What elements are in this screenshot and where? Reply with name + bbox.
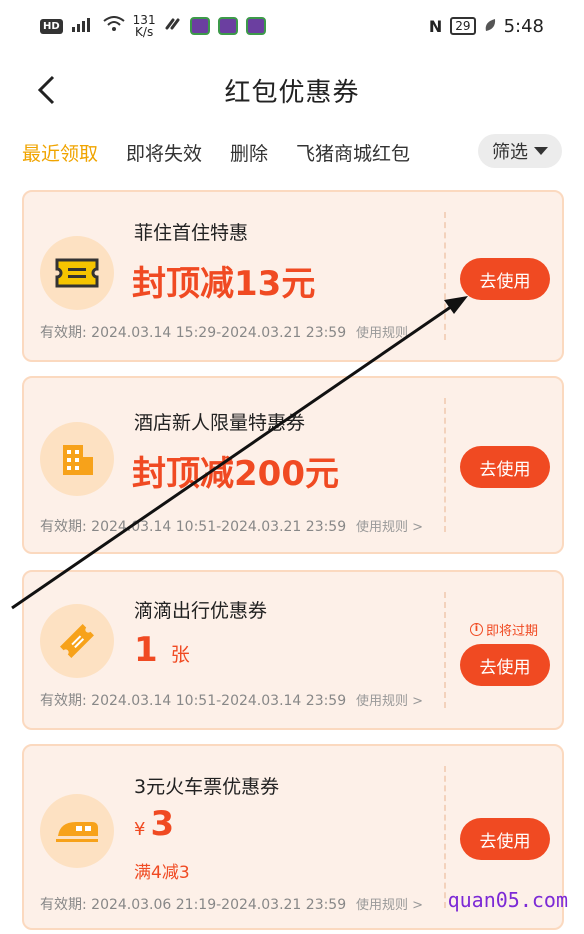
tab-recent[interactable]: 最近领取: [22, 139, 98, 166]
status-bar: HD 131 K/s N 29 5:48: [0, 0, 584, 52]
coupon-validity: 有效期: 2024.03.14 10:51-2024.03.21 23:59: [40, 519, 347, 535]
status-left: HD 131 K/s: [40, 14, 266, 38]
coupon-amount-value: 3: [150, 804, 175, 844]
tab-fliggy-mall[interactable]: 飞猪商城红包: [296, 139, 410, 166]
card-divider: [444, 212, 446, 340]
wifi-icon: [103, 16, 125, 36]
back-button[interactable]: [28, 70, 64, 110]
coupon-card: 酒店新人限量特惠券 封顶减200元 有效期: 2024.03.14 10:51-…: [22, 376, 564, 554]
hd-badge: HD: [40, 18, 63, 34]
network-speed-unit: K/s: [135, 25, 154, 39]
use-button[interactable]: 去使用: [460, 258, 550, 300]
usage-rules-link[interactable]: 使用规则: [356, 322, 408, 341]
network-speed: 131 K/s: [133, 14, 156, 38]
card-divider: [444, 592, 446, 708]
coupon-validity: 有效期: 2024.03.14 15:29-2024.03.21 23:59: [40, 325, 347, 341]
nfc-icon: N: [428, 16, 443, 36]
coupon-title: 菲住首住特惠: [134, 222, 249, 244]
status-right: N 29 5:48: [429, 16, 544, 37]
filter-button[interactable]: 筛选: [478, 134, 562, 168]
chevron-left-icon: [37, 75, 55, 105]
coupon-amount: ¥ 3: [134, 804, 174, 844]
app-notification-icon: [245, 17, 266, 35]
tab-bar: 最近领取 即将失效 删除 飞猪商城红包 筛选: [22, 134, 562, 170]
tab-delete[interactable]: 删除: [230, 139, 268, 166]
watermark: quan05.com: [447, 888, 568, 912]
ticket-icon: [40, 604, 114, 678]
expiring-label: 即将过期: [486, 624, 539, 639]
ticket-icon: [40, 236, 114, 310]
leaf-icon: [484, 16, 496, 37]
coupon-card: 滴滴出行优惠券 1 张 有效期: 2024.03.14 10:51-2024.0…: [22, 570, 564, 730]
coupon-condition: 满4减3: [134, 863, 190, 883]
tab-expiring[interactable]: 即将失效: [126, 139, 202, 166]
expiring-notice: i 即将过期: [470, 620, 538, 639]
coupon-amount: 封顶减13元: [132, 264, 316, 304]
coupon-validity: 有效期: 2024.03.14 10:51-2024.03.14 23:59: [40, 693, 347, 709]
use-button[interactable]: 去使用: [460, 644, 550, 686]
coupon-amount: 封顶减200元: [132, 454, 339, 494]
building-icon: [40, 422, 114, 496]
coupon-title: 3元火车票优惠券: [134, 776, 280, 798]
usage-rules-link[interactable]: 使用规则 >: [356, 690, 423, 709]
coupon-count-unit: 张: [170, 644, 190, 666]
train-icon: [40, 794, 114, 868]
use-button[interactable]: 去使用: [460, 818, 550, 860]
link-icon: [164, 16, 182, 36]
battery-indicator: 29: [450, 17, 476, 35]
card-divider: [444, 766, 446, 908]
triangle-down-icon: [534, 147, 548, 155]
info-icon: i: [470, 623, 483, 636]
usage-rules-link[interactable]: 使用规则 >: [356, 894, 423, 913]
app-notification-icon: [217, 17, 238, 35]
signal-icon: [71, 16, 95, 36]
page-title: 红包优惠券: [224, 77, 360, 108]
coupon-title: 滴滴出行优惠券: [134, 600, 268, 622]
page-header: 红包优惠券: [0, 62, 584, 118]
filter-label: 筛选: [492, 142, 528, 163]
coupon-title: 酒店新人限量特惠券: [134, 412, 306, 434]
coupon-validity: 有效期: 2024.03.06 21:19-2024.03.21 23:59: [40, 897, 347, 913]
clock: 5:48: [503, 15, 544, 37]
coupon-card: 菲住首住特惠 封顶减13元 有效期: 2024.03.14 15:29-2024…: [22, 190, 564, 362]
coupon-count: 1 张: [134, 630, 190, 670]
coupon-count-value: 1: [134, 630, 158, 670]
usage-rules-link[interactable]: 使用规则 >: [356, 516, 423, 535]
app-notification-icon: [189, 17, 210, 35]
card-divider: [444, 398, 446, 532]
currency-symbol: ¥: [134, 819, 146, 840]
use-button[interactable]: 去使用: [460, 446, 550, 488]
